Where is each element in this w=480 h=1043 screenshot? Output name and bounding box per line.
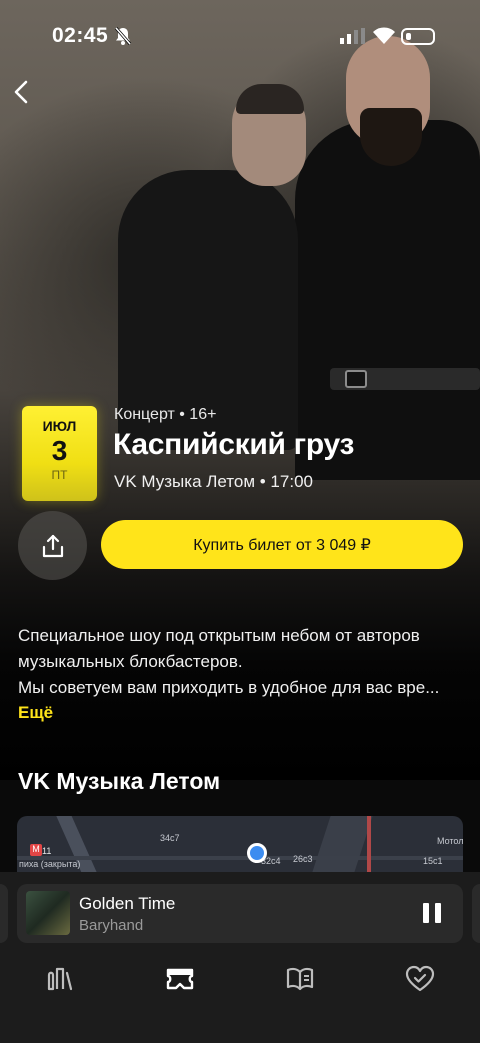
wifi-icon (373, 27, 395, 44)
map-building-label: 34с7 (160, 833, 180, 843)
track-title: Golden Time (79, 894, 176, 913)
pause-icon[interactable] (423, 903, 441, 923)
date-month: ИЮЛ (42, 418, 77, 434)
bell-muted-icon (114, 27, 132, 45)
battery-icon (401, 28, 435, 45)
buy-ticket-button[interactable]: Купить билет от 3 049 ₽ (101, 520, 463, 569)
status-time: 02:45 (52, 24, 109, 47)
music-library-icon[interactable] (44, 963, 76, 995)
map-building-label: 26с3 (293, 854, 313, 864)
map-pin-icon (247, 843, 267, 863)
favorites-heart-icon[interactable] (404, 963, 436, 995)
venue-heading: VK Музыка Летом (18, 768, 221, 794)
map-building-label: Мотол (437, 836, 463, 846)
performer-silhouette (295, 120, 480, 480)
signal-icon (340, 28, 365, 44)
description-line: Мы советуем вам приходить в удобное для … (18, 678, 440, 697)
event-description: Специальное шоу под открытым небом от ав… (18, 623, 468, 701)
performer-hair (236, 84, 304, 114)
next-player-card[interactable] (472, 884, 480, 943)
event-title: Каспийский груз (113, 428, 355, 461)
map-line-number: 11 (42, 846, 52, 856)
metro-icon: М (30, 844, 42, 856)
event-venue-time: VK Музыка Летом • 17:00 (114, 472, 313, 491)
album-cover (26, 891, 70, 935)
date-day: 3 (51, 435, 68, 466)
belt-buckle (345, 370, 367, 388)
map-building-label: 15с1 (423, 856, 443, 866)
description-line: Специальное шоу под открытым небом от ав… (18, 626, 420, 645)
description-line: музыкальных блокбастеров. (18, 652, 243, 671)
show-more-link[interactable]: Ещё (18, 703, 53, 723)
share-icon (42, 534, 63, 557)
status-bar: 02:45 (0, 20, 480, 52)
track-artist: Baryhand (79, 917, 144, 934)
map-station-label: пиха (закрыта) (19, 859, 81, 869)
afisha-ticket-icon[interactable] (164, 963, 196, 995)
bottom-navigation (0, 955, 480, 1005)
date-weekday: ПТ (51, 468, 68, 482)
event-meta: Концерт • 16+ (114, 406, 217, 423)
books-icon[interactable] (284, 963, 316, 995)
mini-player[interactable]: Golden Time Baryhand (17, 884, 463, 943)
map-road (17, 856, 463, 860)
back-chevron-icon[interactable] (10, 78, 34, 106)
prev-player-card[interactable] (0, 884, 8, 943)
event-date-badge: ИЮЛ 3 ПТ (22, 406, 97, 501)
share-button[interactable] (18, 511, 87, 580)
